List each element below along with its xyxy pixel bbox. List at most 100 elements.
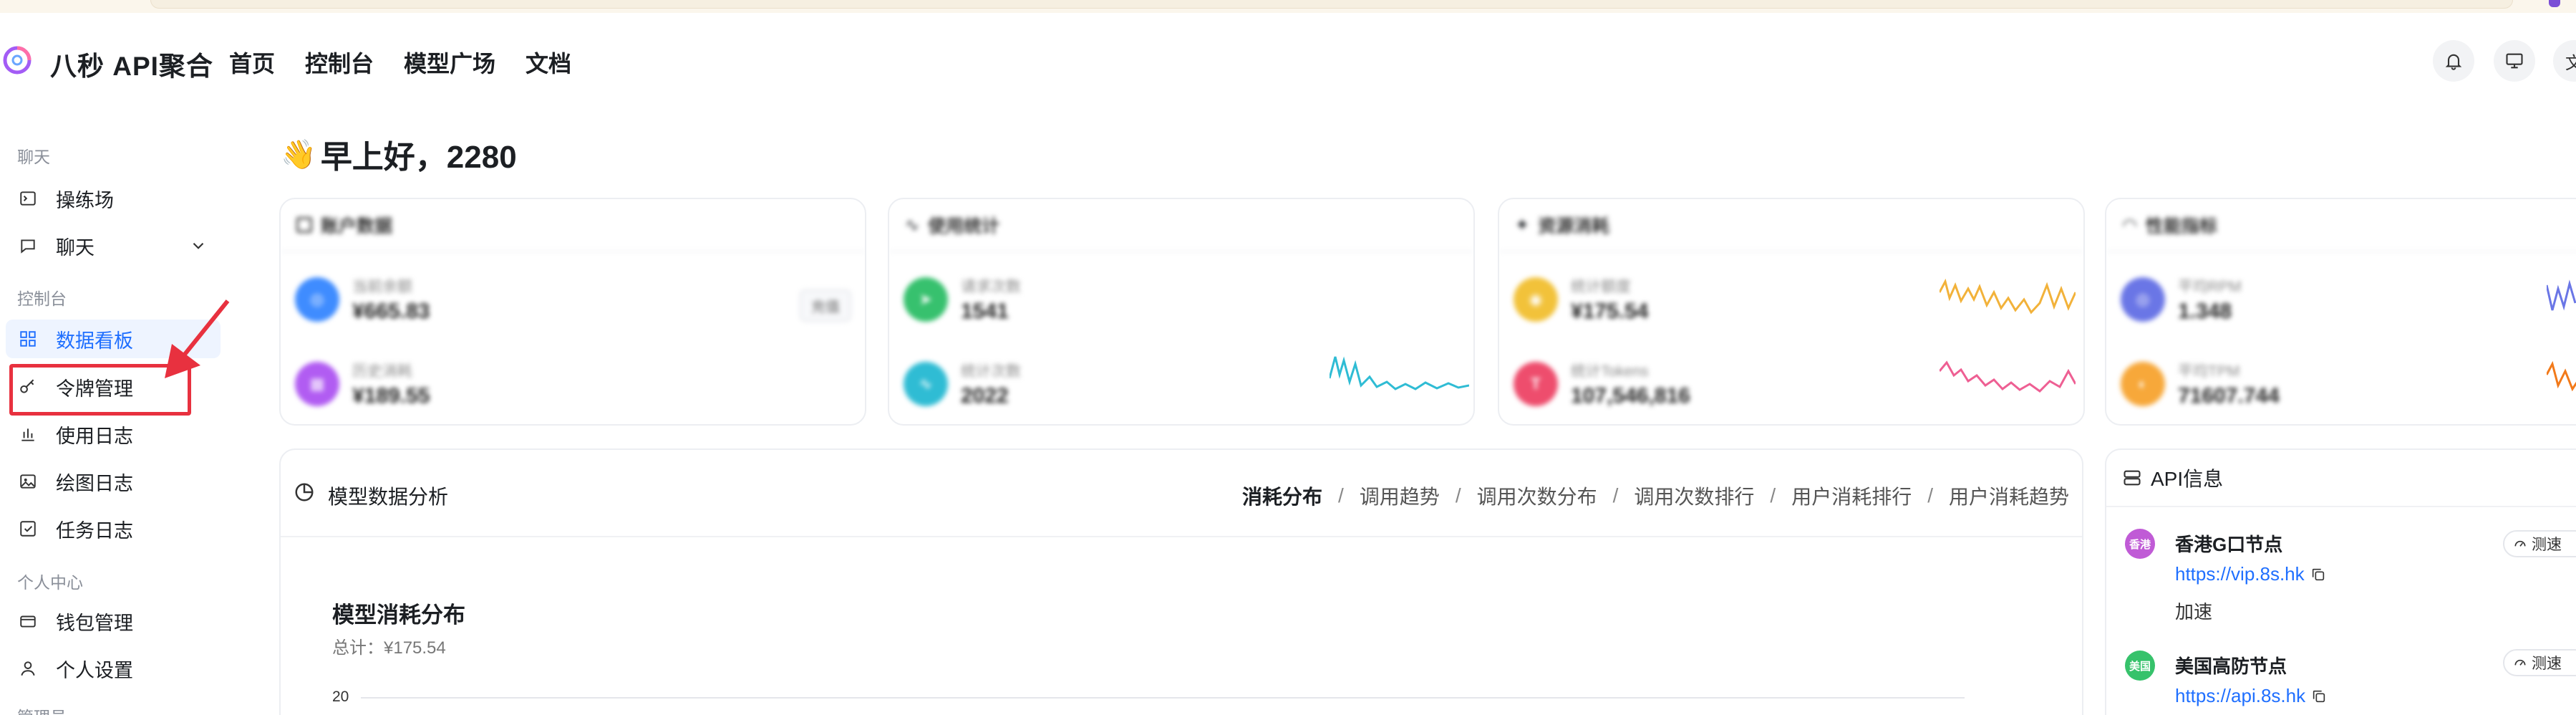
- card-title: 资源消耗: [1538, 216, 1610, 236]
- bar-chart-icon: [17, 423, 39, 445]
- speed-test-button-hk[interactable]: 测速: [2503, 530, 2576, 557]
- sidebar-item-settings[interactable]: 个人设置: [6, 649, 221, 688]
- language-button[interactable]: 文: [2553, 40, 2576, 82]
- stat-value: 1541: [961, 299, 1009, 323]
- stat-label: 统计Tokens: [1571, 363, 1649, 380]
- stat-label: 当前余额: [352, 279, 412, 295]
- brand-logo-icon: [3, 46, 32, 75]
- user-icon: [17, 658, 39, 679]
- chevron-down-icon[interactable]: [189, 236, 208, 255]
- node-url-link[interactable]: https://api.8s.hk: [2175, 685, 2327, 707]
- node-name: 香港G口节点: [2175, 534, 2283, 555]
- card-header: ✦ 资源消耗: [1499, 199, 2083, 252]
- account-data-card: 账户数据 ◎ 当前余额 ¥665.83 充值 ▦ 历史消耗 ¥189.55: [279, 198, 866, 426]
- annotation-arrow-icon: [165, 299, 230, 378]
- stat-value: ¥175.54: [1571, 299, 1649, 323]
- tab-separator: /: [1612, 484, 1619, 507]
- stat-label: 平均RPM: [2178, 279, 2242, 295]
- tab-separator: /: [1455, 484, 1461, 507]
- terminal-icon: [17, 188, 39, 209]
- copy-icon[interactable]: [2311, 688, 2327, 704]
- stat-label: 统计次数: [961, 363, 1021, 380]
- node-url[interactable]: https://vip.8s.hk: [2175, 563, 2305, 585]
- quota-stat: ◉ 统计额度 ¥175.54: [1514, 275, 1648, 324]
- greeting-text: 早上好，2280: [320, 140, 517, 175]
- stat-value: ¥665.83: [352, 299, 430, 323]
- card-header: 账户数据: [281, 199, 865, 252]
- sidebar-item-label: 任务日志: [56, 519, 133, 542]
- history-spent-stat: ▦ 历史消耗 ¥189.55: [295, 360, 430, 408]
- tab-user-consumption-trend[interactable]: 用户消耗趋势: [1949, 481, 2069, 510]
- browser-extension-icon[interactable]: [2549, 0, 2560, 7]
- node-url[interactable]: https://api.8s.hk: [2175, 685, 2305, 707]
- api-info-panel: API信息 香港 香港G口节点 https://vip.8s.hk 加速 美国 …: [2105, 448, 2576, 715]
- nav-model-square[interactable]: 模型广场: [404, 46, 495, 79]
- nav-console[interactable]: 控制台: [305, 46, 374, 79]
- analysis-header: 模型数据分析 消耗分布 / 调用趋势 / 调用次数分布 / 调用次数排行 / 用…: [281, 450, 2082, 537]
- balance-stat: ◎ 当前余额 ¥665.83: [295, 275, 430, 324]
- gauge-icon: ◠: [2122, 215, 2137, 235]
- sidebar-item-task-log[interactable]: 任务日志: [6, 509, 221, 548]
- zap-icon: ✦: [1515, 215, 1530, 235]
- sidebar-item-label: 聊天: [56, 236, 95, 259]
- chart-title: 模型消耗分布: [332, 603, 465, 628]
- speed-test-button-us[interactable]: 测速: [2503, 649, 2576, 676]
- tokens-stat: T 统计Tokens 107,546,816: [1514, 360, 1690, 408]
- y-axis-tick: 20: [332, 688, 349, 705]
- sidebar-item-usage-log[interactable]: 使用日志: [6, 415, 221, 454]
- node-url-link[interactable]: https://vip.8s.hk: [2175, 563, 2326, 585]
- sidebar-item-label: 操练场: [56, 189, 114, 211]
- browser-address-bar[interactable]: [150, 0, 2513, 9]
- tab-user-consumption-ranking[interactable]: 用户消耗排行: [1791, 481, 1912, 510]
- bell-icon: [2445, 54, 2462, 70]
- tab-call-count-distribution[interactable]: 调用次数分布: [1477, 481, 1597, 510]
- stat-label: 平均TPM: [2178, 363, 2240, 380]
- stat-label: 统计额度: [1571, 279, 1631, 295]
- display-mode-button[interactable]: [2494, 40, 2535, 82]
- sidebar-section-chat: 聊天: [17, 148, 50, 166]
- api-info-title: API信息: [2151, 468, 2224, 490]
- wallet-icon: [296, 217, 312, 233]
- browser-top-strip: [0, 0, 2576, 13]
- rpm-icon: ◎: [2121, 277, 2165, 322]
- chart-gridline: [361, 697, 1965, 699]
- call-count-sparkline: [1330, 356, 1469, 390]
- api-info-card: API信息 香港 香港G口节点 https://vip.8s.hk 加速 美国 …: [2105, 448, 2576, 715]
- stat-value: 2022: [961, 384, 1009, 408]
- brand-name[interactable]: 八秒 API聚合: [50, 44, 213, 83]
- nav-home[interactable]: 首页: [229, 46, 275, 79]
- sidebar-item-chat[interactable]: 聊天: [6, 226, 221, 265]
- stat-value: ¥189.55: [352, 384, 430, 408]
- sidebar-item-drawing-log[interactable]: 绘图日志: [6, 462, 221, 501]
- send-icon: ➤: [904, 277, 948, 322]
- tab-call-trend[interactable]: 调用趋势: [1360, 481, 1440, 510]
- image-icon: [17, 471, 39, 492]
- recharge-button[interactable]: 充值: [800, 289, 851, 322]
- rpm-sparkline: [2547, 279, 2576, 311]
- copy-icon[interactable]: [2310, 567, 2326, 582]
- sidebar-section-admin: 管理员: [17, 704, 67, 715]
- monitor-icon: [2506, 53, 2523, 69]
- tab-call-count-ranking[interactable]: 调用次数排行: [1634, 481, 1754, 510]
- node-avatar: 香港: [2125, 529, 2155, 559]
- rpm-stat: ◎ 平均RPM 1.348: [2121, 275, 2242, 324]
- balance-icon: ◎: [295, 277, 339, 322]
- stat-value: 1.348: [2178, 299, 2232, 323]
- sidebar-item-label: 绘图日志: [56, 472, 133, 494]
- speedometer-icon: [2514, 659, 2526, 666]
- notifications-button[interactable]: [2433, 40, 2474, 82]
- sidebar-section-console: 控制台: [17, 289, 67, 308]
- call-count-stat: ∿ 统计次数 2022: [904, 360, 1021, 408]
- nav-docs[interactable]: 文档: [526, 46, 571, 79]
- stat-value: 71607.744: [2178, 384, 2280, 408]
- speed-test-label: 测速: [2532, 656, 2562, 672]
- tab-consumption-distribution[interactable]: 消耗分布: [1242, 481, 1322, 510]
- performance-metrics-card: ◠ 性能指标 ◎ 平均RPM 1.348 ◐ 平均TPM 71607.744: [2105, 198, 2576, 426]
- tpm-stat: ◐ 平均TPM 71607.744: [2121, 360, 2280, 408]
- tokens-sparkline: [1940, 360, 2076, 393]
- speedometer-icon: [2514, 540, 2526, 547]
- tpm-sparkline: [2547, 360, 2576, 392]
- sidebar-item-playground[interactable]: 操练场: [6, 179, 221, 218]
- coin-icon: ◉: [1514, 277, 1558, 322]
- sidebar-item-wallet[interactable]: 钱包管理: [6, 602, 221, 640]
